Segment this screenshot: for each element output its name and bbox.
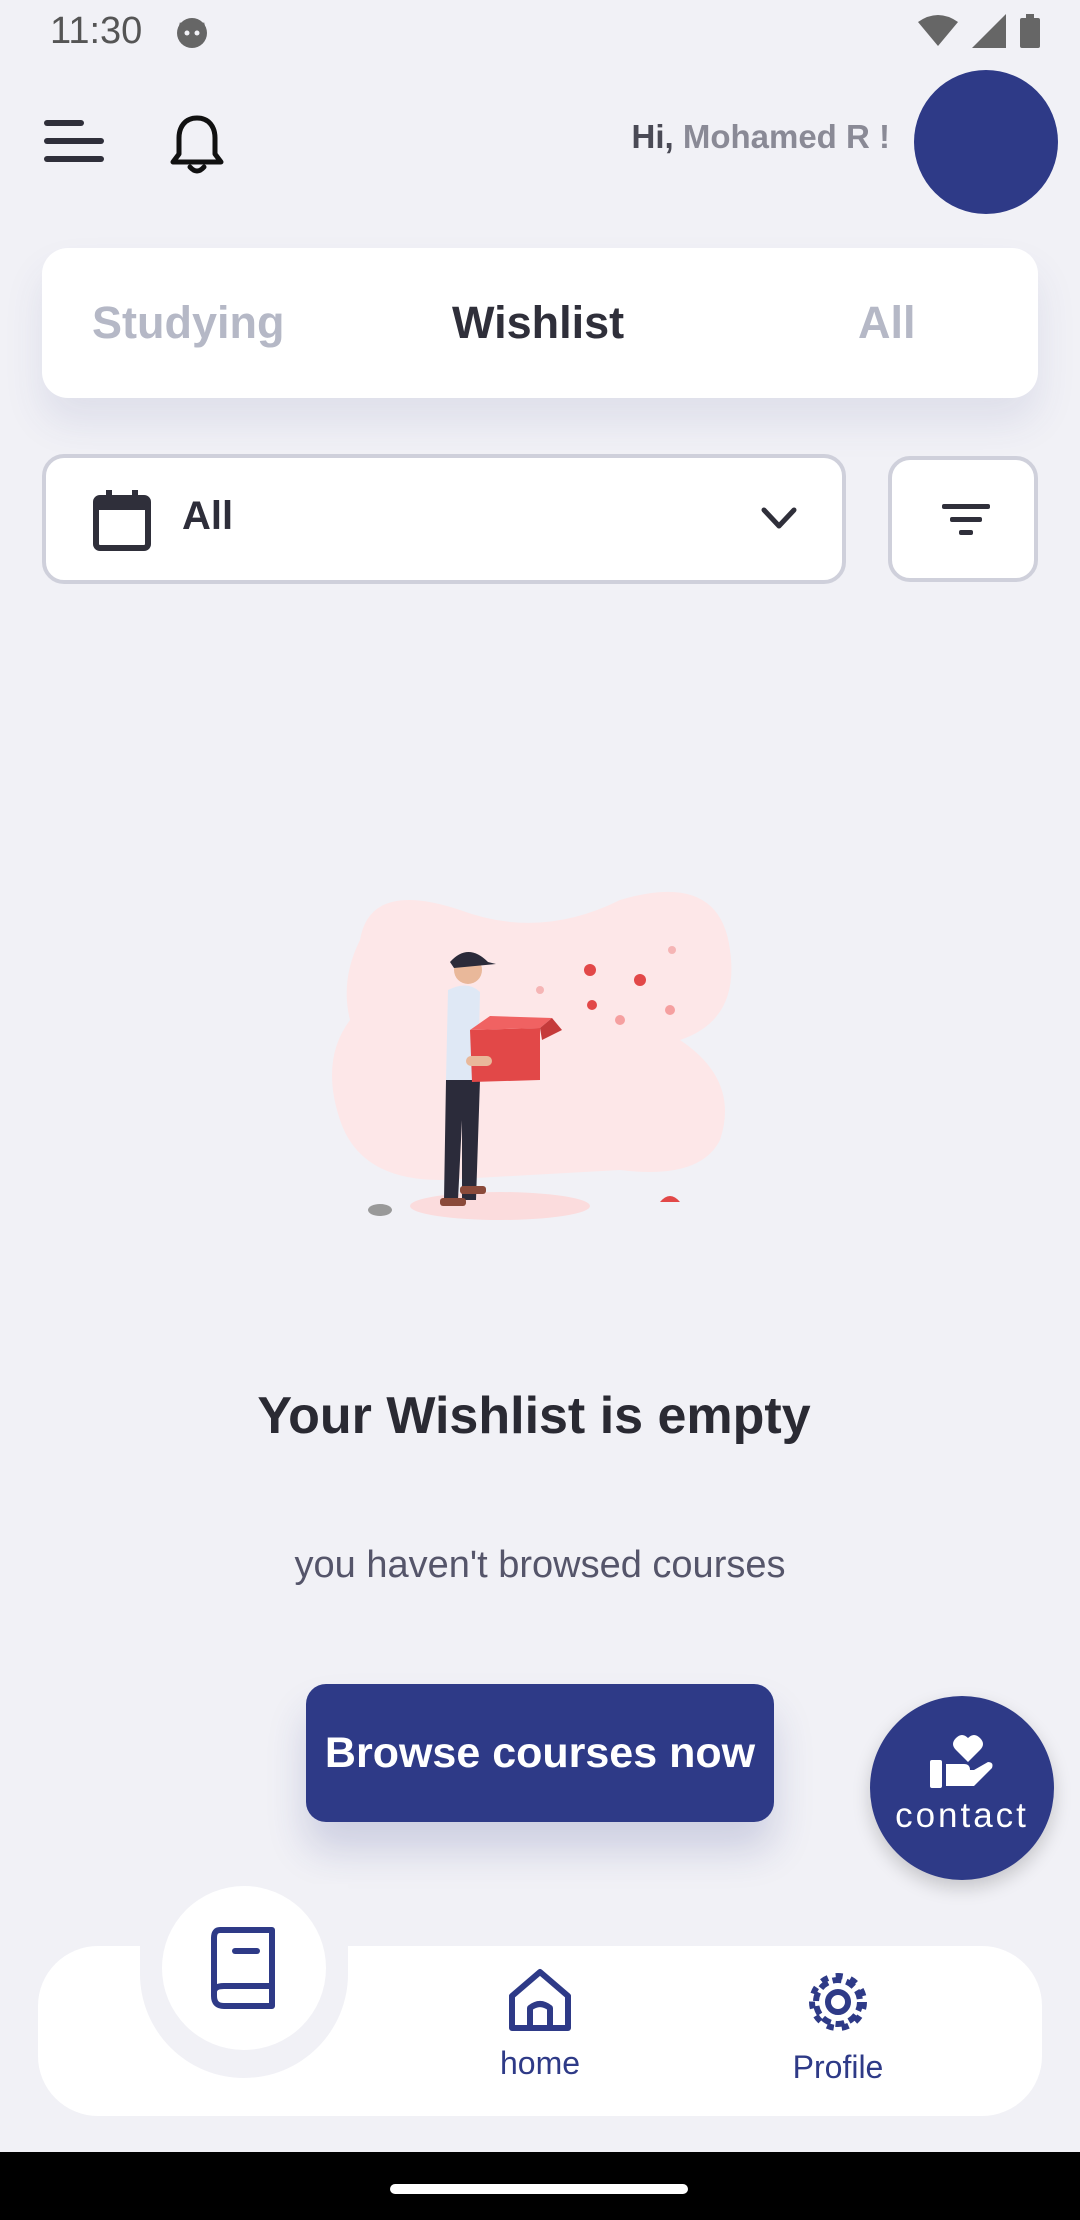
book-icon [211, 1927, 275, 2009]
empty-state-title: Your Wishlist is empty [257, 1387, 811, 1445]
nav-profile[interactable]: Profile [778, 1966, 898, 2086]
calendar-icon [93, 490, 151, 551]
avatar[interactable] [914, 70, 1058, 214]
chevron-down-icon [761, 507, 797, 529]
user-name: Mohamed R ! [682, 118, 890, 155]
greeting: Hi, Mohamed R ! [631, 118, 890, 156]
date-filter-value: All [182, 494, 234, 538]
battery-icon [1020, 14, 1040, 48]
date-filter-dropdown[interactable]: All [42, 454, 846, 584]
signal-icon [972, 14, 1006, 48]
filter-icon [942, 504, 990, 535]
tab-all[interactable]: All [858, 248, 916, 398]
filter-button[interactable] [888, 456, 1038, 582]
course-tabs: Studying Wishlist All [42, 248, 1038, 398]
system-gesture-bar [0, 2152, 1080, 2220]
nav-home[interactable]: home [490, 1966, 590, 2082]
app-notification-icon [177, 18, 207, 48]
heart-hand-icon [930, 1735, 993, 1788]
empty-state-subtitle: you haven't browsed courses [294, 1544, 786, 1586]
greeting-hi: Hi, [631, 118, 674, 155]
tab-studying[interactable]: Studying [92, 248, 284, 398]
menu-icon[interactable] [42, 116, 106, 168]
notification-bell-icon[interactable] [168, 112, 226, 176]
nav-courses[interactable] [162, 1886, 326, 2050]
browse-courses-button[interactable]: Browse courses now [306, 1684, 774, 1822]
nav-profile-label: Profile [792, 2049, 884, 2085]
gear-icon [809, 1973, 867, 2031]
wishlist-screen: 11:30 Hi, Mohamed R ! Studying Wishlist … [0, 0, 1080, 2220]
home-icon [509, 1969, 571, 2031]
contact-label: contact [895, 1796, 1029, 1835]
status-time: 11:30 [50, 10, 143, 52]
wifi-icon [918, 15, 958, 46]
tab-wishlist[interactable]: Wishlist [452, 248, 624, 398]
status-icons [918, 14, 1040, 48]
nav-home-label: home [499, 2045, 581, 2081]
empty-box-illustration [332, 891, 732, 1220]
status-bar: 11:30 [0, 0, 1080, 66]
home-gesture-handle[interactable] [390, 2184, 688, 2194]
contact-button[interactable]: contact [870, 1696, 1054, 1880]
